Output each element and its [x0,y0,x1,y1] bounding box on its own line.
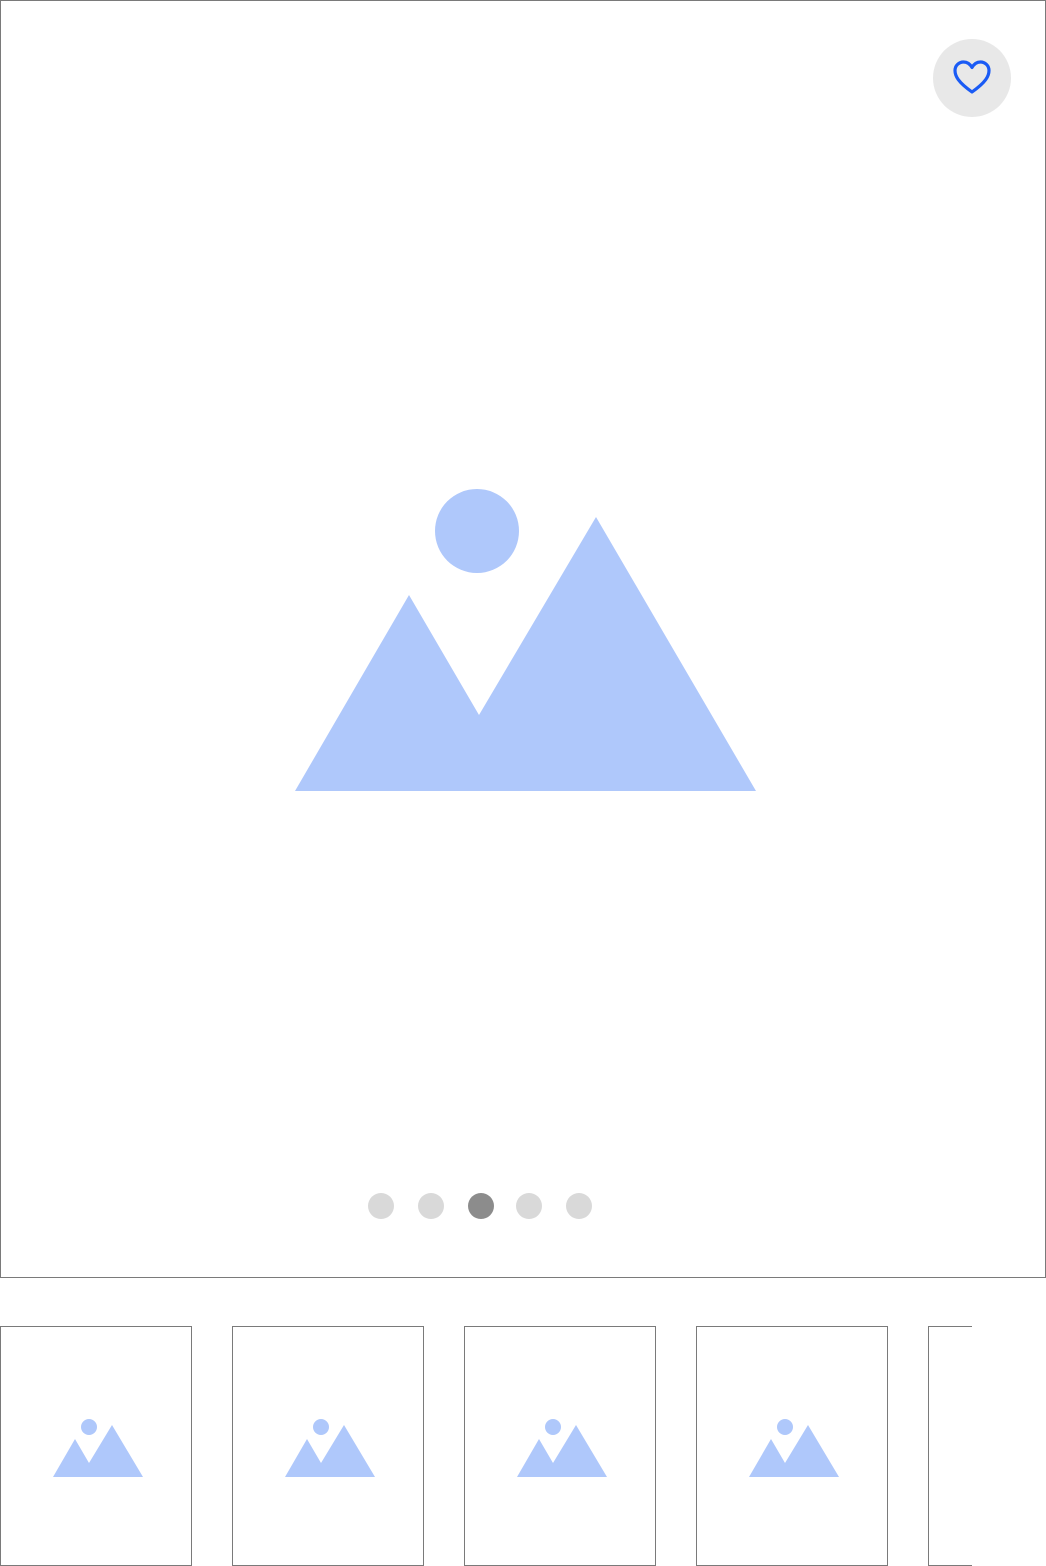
pagination-dot-2[interactable] [418,1193,444,1219]
heart-outline-icon [953,60,991,94]
thumbnail-2[interactable] [232,1326,424,1566]
favorite-button[interactable] [933,39,1011,117]
pagination-dot-5[interactable] [566,1193,592,1219]
image-placeholder-icon [285,1419,375,1477]
pagination-dot-1[interactable] [368,1193,394,1219]
main-image-carousel[interactable] [0,0,1046,1278]
thumbnail-strip[interactable] [0,1326,972,1566]
thumbnail-5[interactable] [928,1326,972,1566]
image-placeholder-icon [749,1419,839,1477]
product-image-gallery [0,0,1046,1566]
image-placeholder-icon [295,489,756,791]
thumbnail-4[interactable] [696,1326,888,1566]
carousel-pagination [1,1193,1046,1219]
pagination-dot-4[interactable] [516,1193,542,1219]
pagination-dot-3[interactable] [468,1193,494,1219]
image-placeholder-icon [929,1327,972,1565]
thumbnail-3[interactable] [464,1326,656,1566]
image-placeholder-icon [53,1419,143,1477]
image-placeholder-icon [517,1419,607,1477]
thumbnail-1[interactable] [0,1326,192,1566]
